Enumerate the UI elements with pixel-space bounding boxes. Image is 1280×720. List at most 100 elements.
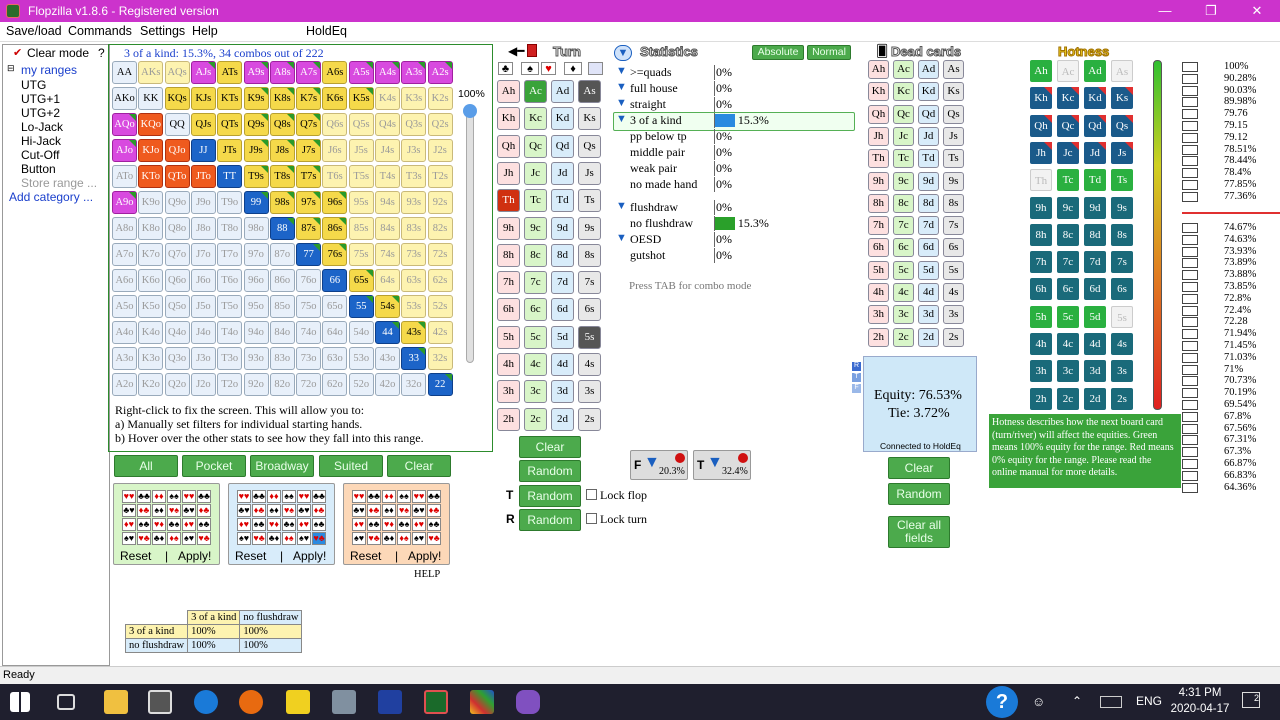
suit-combo-cell[interactable]: ♦♥ bbox=[297, 518, 311, 531]
suit-combo-cell[interactable]: ♠♣ bbox=[197, 518, 211, 531]
board-card[interactable]: Th bbox=[497, 189, 520, 213]
hand-cell[interactable]: 95o bbox=[243, 295, 269, 318]
board-card[interactable]: As bbox=[578, 80, 601, 103]
suit-combo-cell[interactable]: ♠♠ bbox=[397, 490, 411, 503]
hotness-card[interactable]: 5h bbox=[1030, 305, 1052, 328]
dead-card[interactable]: 7c bbox=[893, 216, 914, 236]
hand-cell[interactable]: 72o bbox=[296, 373, 322, 396]
dead-clear-button[interactable]: Clear bbox=[888, 457, 950, 479]
board-card[interactable]: Jc bbox=[524, 161, 547, 185]
dead-card[interactable]: 6s bbox=[943, 238, 964, 258]
hand-cell[interactable]: T7s bbox=[296, 165, 322, 188]
stat-label[interactable]: gutshot bbox=[630, 248, 665, 263]
dead-card[interactable]: As bbox=[943, 60, 964, 79]
suit-combo-cell[interactable]: ♥♥ bbox=[352, 490, 366, 503]
board-random-button[interactable]: Random bbox=[519, 460, 581, 482]
hand-cell[interactable]: JTs bbox=[217, 139, 243, 162]
hand-cell[interactable]: 62o bbox=[322, 373, 348, 396]
dead-card[interactable]: 9d bbox=[918, 171, 939, 191]
board-card[interactable]: Qd bbox=[551, 134, 574, 158]
hand-cell[interactable]: T8o bbox=[217, 217, 243, 240]
suit-combo-cell[interactable]: ♣♥ bbox=[297, 504, 311, 517]
suit-combo-cell[interactable]: ♥♣ bbox=[252, 532, 266, 545]
stat-label[interactable]: flushdraw bbox=[630, 200, 678, 215]
hotness-card[interactable]: 8h bbox=[1030, 223, 1052, 246]
hotness-card[interactable]: Ah bbox=[1030, 60, 1052, 82]
hand-cell[interactable]: K2o bbox=[138, 373, 164, 396]
pocket-button[interactable]: Pocket bbox=[182, 455, 246, 477]
turn-random-button[interactable]: Random bbox=[519, 509, 581, 531]
board-card[interactable]: 7s bbox=[578, 271, 601, 295]
hand-cell[interactable]: Q5o bbox=[164, 295, 190, 318]
board-card[interactable]: 3d bbox=[551, 380, 574, 404]
stat-label[interactable]: OESD bbox=[630, 232, 661, 247]
suit-combo-cell[interactable]: ♠♠ bbox=[167, 490, 181, 503]
hand-cell[interactable]: 32o bbox=[401, 373, 427, 396]
file-explorer-icon[interactable] bbox=[104, 690, 128, 714]
hand-cell[interactable]: 66 bbox=[322, 269, 348, 292]
board-card[interactable]: 2s bbox=[578, 407, 601, 431]
dead-card[interactable]: 4c bbox=[893, 283, 914, 302]
dead-card[interactable]: 6c bbox=[893, 238, 914, 258]
hotness-card[interactable]: Qh bbox=[1030, 114, 1052, 137]
hotness-card[interactable]: 4c bbox=[1057, 333, 1079, 355]
suit-combo-cell[interactable]: ♦♠ bbox=[397, 532, 411, 545]
board-card[interactable]: 4s bbox=[578, 353, 601, 376]
hand-cell[interactable]: QQ bbox=[164, 113, 190, 136]
board-card[interactable]: 4d bbox=[551, 353, 574, 376]
calculator-icon[interactable] bbox=[148, 690, 172, 714]
stat-funnel-icon[interactable]: ▼ bbox=[616, 65, 627, 77]
suit-combo-cell[interactable]: ♣♠ bbox=[282, 518, 296, 531]
language-indicator[interactable]: ENG bbox=[1136, 694, 1162, 708]
hand-cell[interactable]: T5s bbox=[348, 165, 374, 188]
suit-combo-cell[interactable]: ♦♠ bbox=[282, 532, 296, 545]
hand-cell[interactable]: 54o bbox=[348, 321, 374, 344]
hotness-card[interactable]: 7d bbox=[1084, 251, 1106, 274]
dead-card[interactable]: 7s bbox=[943, 216, 964, 236]
suit-combo-cell[interactable]: ♠♥ bbox=[352, 532, 366, 545]
dead-card[interactable]: Jd bbox=[918, 126, 939, 146]
hand-cell[interactable]: 63o bbox=[322, 347, 348, 370]
app-icon-7[interactable] bbox=[378, 690, 402, 714]
suit-combo-cell[interactable]: ♦♥ bbox=[237, 518, 251, 531]
hand-cell[interactable]: QTs bbox=[217, 113, 243, 136]
dead-card[interactable]: Jc bbox=[893, 126, 914, 146]
hand-cell[interactable]: 94s bbox=[375, 191, 400, 214]
board-card[interactable]: 3c bbox=[524, 380, 547, 404]
hand-cell[interactable]: 53s bbox=[401, 295, 427, 318]
menu-saveload[interactable]: Save/load bbox=[6, 24, 62, 38]
hand-cell[interactable]: 84s bbox=[375, 217, 400, 240]
hand-cell[interactable]: KTo bbox=[138, 165, 164, 188]
hand-cell[interactable]: T4o bbox=[217, 321, 243, 344]
dead-card[interactable]: 9h bbox=[868, 171, 889, 191]
range-slider-track[interactable] bbox=[463, 104, 477, 363]
hand-cell[interactable]: T4s bbox=[375, 165, 400, 188]
menu-help[interactable]: Help bbox=[192, 24, 218, 38]
hand-cell[interactable]: JJ bbox=[190, 139, 216, 162]
suit-combo-cell[interactable]: ♥♣ bbox=[367, 532, 381, 545]
hand-cell[interactable]: 99 bbox=[243, 191, 269, 214]
hand-cell[interactable]: 86o bbox=[269, 269, 295, 292]
board-card[interactable]: Ad bbox=[551, 80, 574, 103]
dead-card[interactable]: 4s bbox=[943, 283, 964, 302]
dead-card[interactable]: Td bbox=[918, 149, 939, 169]
dead-card[interactable]: 5c bbox=[893, 260, 914, 280]
hand-cell[interactable]: J4s bbox=[375, 139, 400, 162]
board-card[interactable]: 4c bbox=[524, 353, 547, 376]
hotness-card[interactable]: 6c bbox=[1057, 278, 1079, 301]
hand-cell[interactable]: 75s bbox=[348, 243, 374, 266]
suit-combo-cell[interactable]: ♠♦ bbox=[382, 504, 396, 517]
hand-cell[interactable]: 87o bbox=[269, 243, 295, 266]
suit-combo-cell[interactable]: ♥♣ bbox=[312, 532, 326, 545]
hotness-card[interactable]: Qs bbox=[1111, 114, 1133, 137]
hand-cell[interactable]: KTs bbox=[217, 87, 243, 110]
suit-diamonds-toggle[interactable]: ♦ bbox=[564, 62, 582, 75]
suit-combo-cell[interactable]: ♣♦ bbox=[382, 532, 396, 545]
dead-card[interactable]: Ad bbox=[918, 60, 939, 79]
dead-card[interactable]: 3h bbox=[868, 305, 889, 325]
hotness-card[interactable]: 2h bbox=[1030, 387, 1052, 410]
dead-card[interactable]: Js bbox=[943, 126, 964, 146]
hotness-card[interactable]: Kd bbox=[1084, 87, 1106, 110]
windows-start-icon[interactable] bbox=[10, 692, 30, 712]
hotness-card[interactable]: 3h bbox=[1030, 360, 1052, 383]
